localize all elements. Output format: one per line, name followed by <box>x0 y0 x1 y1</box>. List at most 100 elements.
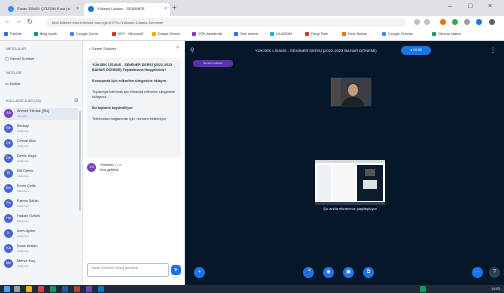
bookmark[interactable]: Google Scholar <box>382 32 413 37</box>
avatar: Em <box>4 184 13 193</box>
user-item[interactable]: El Elif Demir Katılımcı <box>4 168 78 180</box>
new-tab-button[interactable]: + <box>172 3 177 12</box>
bookmark[interactable]: Blog İçerik <box>34 32 57 37</box>
os-taskbar: 14:03 <box>0 285 504 293</box>
user-name: Fatma Şahin <box>17 199 39 203</box>
user-item[interactable]: Ce Cemal Akın Katılımcı <box>4 138 78 150</box>
chrome-icon[interactable] <box>38 286 44 292</box>
avatar: Be <box>4 124 13 133</box>
send-button[interactable]: ➤ <box>171 265 181 275</box>
bookmark[interactable]: YÖK Akademik <box>192 32 222 37</box>
bookmark[interactable]: Google Çeviri <box>70 32 98 37</box>
notes-item[interactable]: ▭ Notlar <box>5 81 21 86</box>
bookmark[interactable]: ULAKBİM <box>270 32 292 37</box>
bookmark[interactable]: Ders Notları <box>342 32 367 37</box>
address-bar[interactable]: bbb.blikent.edu.tr/b/osz-nav-lgk-tr7/?c=… <box>46 18 406 27</box>
tray-icon[interactable] <box>420 286 426 292</box>
welcome-text: Toplantıya katılmak için ekranda mikrofo… <box>92 90 176 99</box>
avatar: Ah <box>4 109 13 118</box>
help-button[interactable]: ? <box>489 267 500 278</box>
screen-share-button[interactable]: ⧉ <box>363 267 374 278</box>
user-role: Sunucu <box>17 114 28 118</box>
user-role: Katılımcı <box>17 219 29 223</box>
clock: 14:03 <box>491 286 500 291</box>
bookmark-star-icon[interactable] <box>424 19 430 25</box>
word-icon[interactable] <box>62 286 68 292</box>
reload-icon[interactable]: ↻ <box>27 18 33 26</box>
user-item[interactable]: Fa Fatma Şahin Katılımcı <box>4 198 78 210</box>
forward-icon[interactable]: → <box>15 18 22 25</box>
users-section-title: KULLANICILAR (26) <box>6 99 41 103</box>
user-item[interactable]: Ah Ahmet Yılmaz (Siz) Sunucu <box>4 108 78 120</box>
file-explorer-icon[interactable] <box>26 286 32 292</box>
user-item[interactable]: Ka Kaan Arslan Katılımcı <box>4 243 78 255</box>
message-text: Hoş geldiniz. <box>100 168 120 172</box>
avatar: Ka <box>4 244 13 253</box>
outlook-icon[interactable] <box>98 286 104 292</box>
user-role: Katılımcı <box>17 189 29 193</box>
screen-share-label: Şu anda ekranınız paylaşılıyor <box>323 206 377 211</box>
tab-strip: Sınav SINAV ÇÖZÜM Kısa | ▸ × Yüksek Lisa… <box>0 0 504 16</box>
user-item[interactable]: Em Emre Çelik Katılımcı <box>4 183 78 195</box>
user-name: Merve Koç <box>17 259 36 263</box>
avatar: Me <box>4 259 13 268</box>
bookmark[interactable]: Dergi Park <box>305 32 328 37</box>
bookmark[interactable]: Dosya Görsel <box>152 32 180 37</box>
welcome-text: Bu toplantı kaydediliyor <box>92 106 133 110</box>
app-icon[interactable] <box>86 286 92 292</box>
bookmark[interactable]: KEY - Microsoft <box>112 32 143 37</box>
user-item[interactable]: De Deniz Kaya Katılımcı <box>4 153 78 165</box>
avatar: El <box>4 169 13 178</box>
powerpoint-icon[interactable] <box>74 286 80 292</box>
menu-icon[interactable] <box>489 19 495 25</box>
close-tab-icon[interactable]: × <box>164 6 167 12</box>
browser-tab[interactable]: Sınav SINAV ÇÖZÜM Kısa | ▸ × <box>4 3 82 16</box>
avatar: De <box>4 154 13 163</box>
camera-button[interactable]: ▣ <box>343 267 354 278</box>
user-role: Katılımcı <box>17 159 29 163</box>
settings-gear-icon[interactable]: ⚙ <box>74 98 78 104</box>
public-chat-item[interactable]: ▢ Genel Sohbet <box>5 56 34 61</box>
bookmark[interactable]: Okuma Listesi <box>432 32 461 37</box>
close-tab-icon[interactable]: × <box>76 6 79 12</box>
user-name: Kaan Arslan <box>17 244 38 248</box>
chat-header[interactable]: ‹ Genel Sohbet <box>89 46 116 51</box>
user-item[interactable]: Be Berkay Katılımcı <box>4 123 78 135</box>
more-options-button[interactable]: ⋯ <box>472 267 483 278</box>
extension-icon[interactable] <box>452 19 458 25</box>
tab-favicon-icon <box>88 6 94 12</box>
user-list-panel: MESAJLAR ▢ Genel Sohbet NOTLAR ▭ Notlar … <box>0 41 83 285</box>
audio-button[interactable]: ◉ <box>323 267 334 278</box>
extension-icon[interactable] <box>440 19 446 25</box>
recording-indicator[interactable]: ● 00:55 <box>401 46 431 55</box>
network-icon[interactable]: ⚲ <box>190 47 194 54</box>
puzzle-icon[interactable] <box>464 19 470 25</box>
excel-icon[interactable] <box>50 286 56 292</box>
actions-button[interactable]: + <box>194 267 205 278</box>
user-name: Cemal Akın <box>17 139 37 143</box>
scrollbar[interactable] <box>79 111 81 211</box>
maximize-icon[interactable]: □ <box>468 3 472 10</box>
user-role: Katılımcı <box>17 129 29 133</box>
avatar: Yö <box>87 163 96 172</box>
webcam-video[interactable] <box>330 77 372 107</box>
minimize-icon[interactable]: – <box>448 3 452 10</box>
profile-avatar[interactable] <box>476 19 482 25</box>
user-item[interactable]: Me Merve Koç Katılımcı <box>4 258 78 270</box>
back-icon[interactable]: ← <box>4 18 11 25</box>
browser-tab-active[interactable]: Yüksek Lisans - SEMİNER × <box>84 3 170 16</box>
user-item[interactable]: Ha Hakan Öztürk Katılımcı <box>4 213 78 225</box>
bookmark[interactable]: Fakülte <box>4 32 22 37</box>
search-icon[interactable] <box>14 286 20 292</box>
avatar: İr <box>4 229 13 238</box>
start-icon[interactable] <box>4 286 10 292</box>
bookmark[interactable]: Yeni sekme <box>234 32 258 37</box>
close-chat-button[interactable]: × <box>176 45 179 51</box>
microphone-button[interactable]: 🎤 <box>303 267 314 278</box>
share-icon[interactable] <box>414 19 420 25</box>
options-icon[interactable]: ⋮ <box>490 47 496 54</box>
tab-label: Yüksek Lisans - SEMİNER <box>97 6 145 12</box>
user-item[interactable]: İr İrem Aydın Katılımcı <box>4 228 78 240</box>
chat-input[interactable]: Genel Sohbet'e mesaj gönderin <box>87 263 169 277</box>
close-window-icon[interactable]: × <box>488 3 492 10</box>
